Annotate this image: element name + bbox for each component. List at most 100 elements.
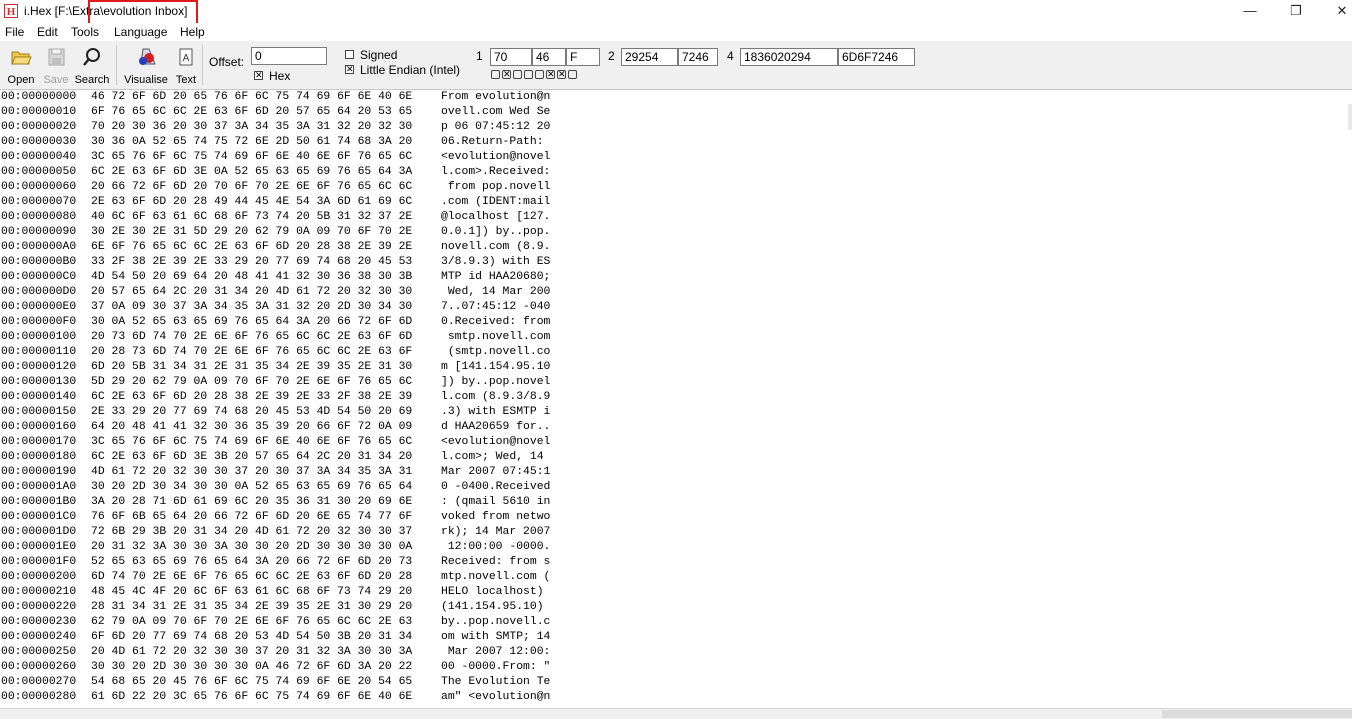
row-text[interactable]: 00 -0000.From: "	[441, 660, 550, 675]
row-hex-bytes[interactable]: 6C 2E 63 6F 6D 3E 0A 52 65 63 65 69 76 6…	[91, 165, 412, 180]
row-text[interactable]: d HAA20659 for..	[441, 420, 550, 435]
minimize-button[interactable]: —	[1227, 0, 1273, 23]
row-text[interactable]: .3) with ESMTP i	[441, 405, 550, 420]
row-hex-bytes[interactable]: 40 6C 6F 63 61 6C 68 6F 73 74 20 5B 31 3…	[91, 210, 412, 225]
row-text[interactable]: l.com>; Wed, 14	[441, 450, 550, 465]
menu-help[interactable]: Help	[180, 25, 205, 39]
row-text[interactable]: .com (IDENT:mail	[441, 195, 550, 210]
menu-tools[interactable]: Tools	[71, 25, 99, 39]
row-hex-bytes[interactable]: 6F 6D 20 77 69 74 68 20 53 4D 54 50 3B 2…	[91, 630, 412, 645]
row-hex-bytes[interactable]: 3C 65 76 6F 6C 75 74 69 6F 6E 40 6E 6F 7…	[91, 435, 412, 450]
word-hex-field[interactable]: 7246	[678, 48, 718, 66]
row-hex-bytes[interactable]: 5D 29 20 62 79 0A 09 70 6F 70 2E 6E 6F 7…	[91, 375, 412, 390]
row-hex-bytes[interactable]: 20 4D 61 72 20 32 30 30 37 20 31 32 3A 3…	[91, 645, 412, 660]
bit-checkbox[interactable]: ✕	[557, 70, 566, 79]
row-hex-bytes[interactable]: 48 45 4C 4F 20 6C 6F 63 61 6C 68 6F 73 7…	[91, 585, 412, 600]
row-text[interactable]: @localhost [127.	[441, 210, 550, 225]
bit-checkbox[interactable]: ✕	[502, 70, 511, 79]
row-hex-bytes[interactable]: 30 0A 52 65 63 65 69 76 65 64 3A 20 66 7…	[91, 315, 412, 330]
row-hex-bytes[interactable]: 30 30 20 2D 30 30 30 30 0A 46 72 6F 6D 3…	[91, 660, 412, 675]
search-button[interactable]: Search	[73, 43, 111, 87]
row-text[interactable]: by..pop.novell.c	[441, 615, 550, 630]
little-endian-checkbox[interactable]: ✕	[345, 65, 354, 74]
bit-checkbox[interactable]	[524, 70, 533, 79]
close-button[interactable]: ✕	[1319, 0, 1352, 23]
row-text[interactable]: am" <evolution@n	[441, 690, 550, 705]
row-hex-bytes[interactable]: 62 79 0A 09 70 6F 70 2E 6E 6F 76 65 6C 6…	[91, 615, 412, 630]
row-text[interactable]: <evolution@novel	[441, 435, 550, 450]
hex-checkbox[interactable]: ✕	[254, 71, 263, 80]
row-text[interactable]: m [141.154.95.10	[441, 360, 550, 375]
row-text[interactable]: 12:00:00 -0000.	[441, 540, 551, 555]
row-text[interactable]: novell.com (8.9.	[441, 240, 550, 255]
row-hex-bytes[interactable]: 61 6D 22 20 3C 65 76 6F 6C 75 74 69 6F 6…	[91, 690, 412, 705]
menu-edit[interactable]: Edit	[37, 25, 58, 39]
row-hex-bytes[interactable]: 3C 65 76 6F 6C 75 74 69 6F 6E 40 6E 6F 7…	[91, 150, 412, 165]
row-text[interactable]: From evolution@n	[441, 90, 550, 105]
row-text[interactable]: Mar 2007 07:45:1	[441, 465, 550, 480]
row-text[interactable]: 0.Received: from	[441, 315, 550, 330]
row-hex-bytes[interactable]: 6C 2E 63 6F 6D 3E 3B 20 57 65 64 2C 20 3…	[91, 450, 412, 465]
row-hex-bytes[interactable]: 54 68 65 20 45 76 6F 6C 75 74 69 6F 6E 2…	[91, 675, 412, 690]
byte-hex-field[interactable]: 46	[532, 48, 566, 66]
text-button[interactable]: A Text	[174, 43, 198, 87]
row-hex-bytes[interactable]: 6F 76 65 6C 6C 2E 63 6F 6D 20 57 65 64 2…	[91, 105, 412, 120]
save-button[interactable]: Save	[41, 43, 71, 87]
dword-decimal-field[interactable]: 1836020294	[740, 48, 838, 66]
row-text[interactable]: (141.154.95.10)	[441, 600, 550, 615]
row-hex-bytes[interactable]: 2E 33 29 20 77 69 74 68 20 45 53 4D 54 5…	[91, 405, 412, 420]
row-text[interactable]: Wed, 14 Mar 200	[441, 285, 551, 300]
signed-checkbox[interactable]	[345, 50, 354, 59]
row-hex-bytes[interactable]: 30 2E 30 2E 31 5D 29 20 62 79 0A 09 70 6…	[91, 225, 412, 240]
row-hex-bytes[interactable]: 30 36 0A 52 65 74 75 72 6E 2D 50 61 74 6…	[91, 135, 412, 150]
row-hex-bytes[interactable]: 76 6F 6B 65 64 20 66 72 6F 6D 20 6E 65 7…	[91, 510, 412, 525]
row-text[interactable]: HELO localhost)	[441, 585, 550, 600]
byte-decimal-field[interactable]: 70	[490, 48, 532, 66]
dword-hex-field[interactable]: 6D6F7246	[838, 48, 915, 66]
bit-checkbox[interactable]	[535, 70, 544, 79]
open-button[interactable]: Open	[3, 43, 39, 87]
row-hex-bytes[interactable]: 33 2F 38 2E 39 2E 33 29 20 77 69 74 68 2…	[91, 255, 412, 270]
row-text[interactable]: MTP id HAA20680;	[441, 270, 550, 285]
visualise-button[interactable]: Visualise	[121, 43, 171, 87]
row-text[interactable]: The Evolution Te	[441, 675, 550, 690]
row-hex-bytes[interactable]: 20 57 65 64 2C 20 31 34 20 4D 61 72 20 3…	[91, 285, 412, 300]
row-text[interactable]: from pop.novell	[441, 180, 551, 195]
row-hex-bytes[interactable]: 2E 63 6F 6D 20 28 49 44 45 4E 54 3A 6D 6…	[91, 195, 412, 210]
menu-language[interactable]: Language	[114, 25, 167, 39]
row-hex-bytes[interactable]: 3A 20 28 71 6D 61 69 6C 20 35 36 31 30 2…	[91, 495, 412, 510]
maximize-button[interactable]: ❐	[1273, 0, 1319, 23]
row-text[interactable]: l.com (8.9.3/8.9	[441, 390, 550, 405]
row-text[interactable]: 0.0.1]) by..pop.	[441, 225, 550, 240]
row-text[interactable]: mtp.novell.com (	[441, 570, 550, 585]
row-hex-bytes[interactable]: 72 6B 29 3B 20 31 34 20 4D 61 72 20 32 3…	[91, 525, 412, 540]
row-text[interactable]: 06.Return-Path:	[441, 135, 550, 150]
row-hex-bytes[interactable]: 4D 61 72 20 32 30 30 37 20 30 37 3A 34 3…	[91, 465, 412, 480]
row-text[interactable]: Mar 2007 12:00:	[441, 645, 551, 660]
horizontal-scrollbar[interactable]	[0, 708, 1352, 719]
bit-checkbox[interactable]: ✕	[546, 70, 555, 79]
row-hex-bytes[interactable]: 37 0A 09 30 37 3A 34 35 3A 31 32 20 2D 3…	[91, 300, 412, 315]
row-text[interactable]: (smtp.novell.co	[441, 345, 551, 360]
row-text[interactable]: ovell.com Wed Se	[441, 105, 550, 120]
menu-file[interactable]: File	[5, 25, 24, 39]
byte-char-field[interactable]: F	[566, 48, 600, 66]
row-hex-bytes[interactable]: 52 65 63 65 69 76 65 64 3A 20 66 72 6F 6…	[91, 555, 412, 570]
row-hex-bytes[interactable]: 64 20 48 41 41 32 30 36 35 39 20 66 6F 7…	[91, 420, 412, 435]
row-text[interactable]: 3/8.9.3) with ES	[441, 255, 550, 270]
horizontal-scroll-thumb[interactable]	[1162, 710, 1352, 718]
row-hex-bytes[interactable]: 6C 2E 63 6F 6D 20 28 38 2E 39 2E 33 2F 3…	[91, 390, 412, 405]
row-text[interactable]: rk); 14 Mar 2007	[441, 525, 550, 540]
bit-checkbox[interactable]	[568, 70, 577, 79]
row-text[interactable]: smtp.novell.com	[441, 330, 551, 345]
row-hex-bytes[interactable]: 6D 20 5B 31 34 31 2E 31 35 34 2E 39 35 2…	[91, 360, 412, 375]
row-hex-bytes[interactable]: 4D 54 50 20 69 64 20 48 41 41 32 30 36 3…	[91, 270, 412, 285]
row-hex-bytes[interactable]: 6D 74 70 2E 6E 6F 76 65 6C 6C 2E 63 6F 6…	[91, 570, 412, 585]
row-hex-bytes[interactable]: 20 73 6D 74 70 2E 6E 6F 76 65 6C 6C 2E 6…	[91, 330, 412, 345]
row-hex-bytes[interactable]: 30 20 2D 30 34 30 30 0A 52 65 63 65 69 7…	[91, 480, 412, 495]
row-hex-bytes[interactable]: 46 72 6F 6D 20 65 76 6F 6C 75 74 69 6F 6…	[91, 90, 412, 105]
bit-checkbox[interactable]	[491, 70, 500, 79]
offset-input[interactable]: 0	[251, 47, 327, 65]
vertical-scrollbar[interactable]	[1348, 104, 1352, 130]
row-text[interactable]: l.com>.Received:	[441, 165, 550, 180]
